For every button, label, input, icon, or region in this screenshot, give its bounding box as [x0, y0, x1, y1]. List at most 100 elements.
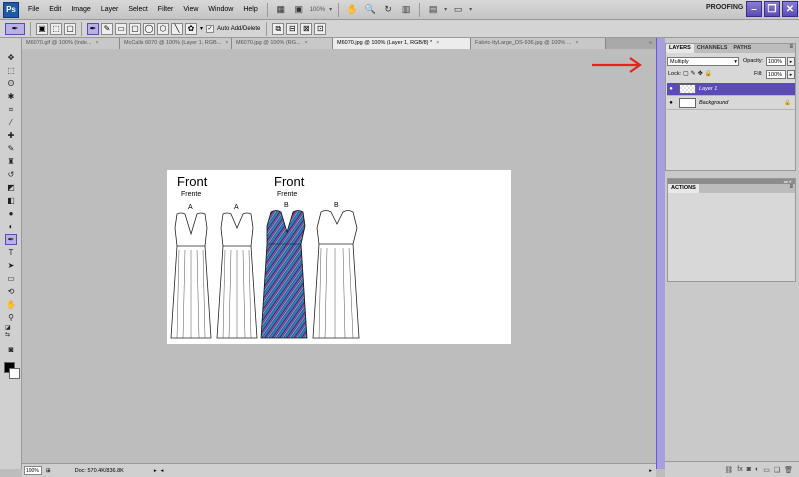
menu-window[interactable]: Window [203, 6, 238, 13]
fill-pixels-icon[interactable]: ▢ [64, 22, 76, 35]
fill-slider-icon[interactable]: ▸ [787, 70, 795, 79]
eye-icon[interactable]: ● [667, 97, 675, 109]
polygon-icon[interactable]: ⬡ [157, 22, 169, 35]
clone-stamp-icon[interactable]: ♜ [5, 156, 17, 167]
eye-icon[interactable]: ● [667, 83, 675, 95]
tab-document-5[interactable]: Fabric-ItyLarge_DS-936.jpg @ 100% ... × [471, 38, 606, 49]
menu-view[interactable]: View [178, 6, 203, 13]
zoom-tool-icon[interactable]: ⚲ [5, 312, 17, 323]
menu-layer[interactable]: Layer [96, 6, 124, 13]
close-icon[interactable]: × [96, 38, 99, 49]
tool-preset-picker[interactable]: ✒ [5, 22, 25, 35]
lasso-tool-icon[interactable]: ʘ [5, 78, 17, 89]
marquee-tool-icon[interactable]: ⬚ [5, 65, 17, 76]
panel-menu-icon[interactable]: ≡ [789, 44, 795, 53]
adjustment-layer-icon[interactable]: ◐ [755, 466, 759, 473]
subtract-icon[interactable]: ⊟ [286, 22, 299, 35]
brush-tool-icon[interactable]: ✎ [5, 143, 17, 154]
fill-field[interactable]: 100% [766, 70, 786, 79]
tab-document-2[interactable]: McCalls 6070 @ 100% (Layer 1, RGB... × [120, 38, 232, 49]
new-group-icon[interactable]: ▭ [763, 466, 770, 474]
tab-overflow[interactable]: » [606, 38, 656, 49]
tab-document-3[interactable]: M6070.jpg @ 100% (RG... × [232, 38, 333, 49]
opacity-slider-icon[interactable]: ▸ [787, 57, 795, 66]
hand-tool-icon[interactable]: ✋ [5, 299, 17, 310]
move-tool-icon[interactable]: ✥ [5, 52, 17, 63]
layer-style-icon[interactable]: fx [737, 466, 742, 473]
chevron-down-icon[interactable]: ▾ [329, 6, 332, 13]
bridge-icon[interactable]: ▦ [274, 3, 288, 17]
3d-rotate-icon[interactable]: ⟲ [5, 286, 17, 297]
chevron-down-icon[interactable]: ▾ [469, 6, 472, 13]
new-layer-icon[interactable]: ❏ [774, 466, 780, 474]
tab-document-active[interactable]: M6070.jpg @ 100% (Layer 1, RGB/8) * × [333, 38, 471, 49]
close-icon[interactable]: × [575, 38, 578, 49]
guides-icon[interactable]: ▥ [399, 3, 413, 17]
magic-wand-icon[interactable]: ✱ [5, 91, 17, 102]
zoom-level-dropdown[interactable]: 100% [310, 7, 325, 13]
shape-tool-icon[interactable]: ▭ [5, 273, 17, 284]
menu-filter[interactable]: Filter [153, 6, 179, 13]
type-tool-icon[interactable]: T [5, 247, 17, 258]
close-icon[interactable]: × [305, 38, 308, 49]
history-brush-icon[interactable]: ↺ [5, 169, 17, 180]
eraser-icon[interactable]: ◩ [5, 182, 17, 193]
zoom-field[interactable]: 100% [24, 466, 42, 475]
menu-file[interactable]: File [23, 6, 44, 13]
healing-brush-icon[interactable]: ✚ [5, 130, 17, 141]
hand-icon[interactable]: ✋ [345, 3, 359, 17]
blur-tool-icon[interactable]: ● [5, 208, 17, 219]
panel-collapse-strip[interactable] [656, 38, 665, 469]
dodge-tool-icon[interactable]: ◐ [5, 221, 17, 232]
exclude-icon[interactable]: ⊡ [314, 22, 327, 35]
zoom-icon[interactable]: 🔍 [363, 3, 377, 17]
line-icon[interactable]: ╲ [171, 22, 183, 35]
tab-actions[interactable]: ACTIONS [668, 184, 699, 193]
close-icon[interactable]: × [436, 38, 439, 49]
close-icon[interactable]: × [225, 38, 228, 49]
paths-icon[interactable]: ⬚ [50, 22, 62, 35]
panel-menu-icon[interactable]: ≡ [789, 184, 795, 193]
layer-row-layer-1[interactable]: ● Layer 1 [667, 83, 795, 96]
status-icon[interactable]: ⊞ [46, 468, 51, 474]
menu-help[interactable]: Help [238, 6, 262, 13]
chevron-right-icon[interactable]: » [649, 38, 652, 49]
intersect-icon[interactable]: ⊠ [300, 22, 313, 35]
link-layers-icon[interactable]: ⛓ [724, 466, 733, 474]
minimize-button[interactable]: – [746, 1, 762, 17]
pen-tool-icon[interactable]: ✒ [87, 22, 99, 35]
quick-mask-icon[interactable]: ◙ [5, 344, 17, 355]
tab-document-1[interactable]: M6070.gif @ 100% (Inde... × [22, 38, 120, 49]
menu-edit[interactable]: Edit [44, 6, 66, 13]
gradient-tool-icon[interactable]: ◧ [5, 195, 17, 206]
tab-paths[interactable]: PATHS [730, 44, 754, 53]
lock-icons[interactable]: ▢✎✥🔒 [683, 70, 714, 77]
menu-image[interactable]: Image [66, 6, 95, 13]
combine-icon[interactable]: ⧉ [272, 22, 285, 35]
opacity-field[interactable]: 100% [766, 57, 786, 66]
ellipse-icon[interactable]: ◯ [143, 22, 155, 35]
eyedropper-icon[interactable]: ⁄ [5, 117, 17, 128]
add-mask-icon[interactable]: ◙ [747, 466, 751, 473]
restore-button[interactable]: ❐ [764, 1, 780, 17]
freeform-pen-icon[interactable]: ✎ [101, 22, 113, 35]
status-menu-arrow[interactable]: ▸ [154, 468, 157, 474]
layer-row-background[interactable]: ● Background 🔒 [667, 97, 795, 110]
shape-layers-icon[interactable]: ▣ [36, 22, 48, 35]
document-canvas[interactable]: Front Frente Front Frente A A B B [167, 170, 511, 344]
screen-mode-icon[interactable]: ▭ [451, 3, 465, 17]
scroll-left-arrow[interactable]: ◂ [161, 468, 164, 474]
arrange-documents-icon[interactable]: ▤ [426, 3, 440, 17]
background-color-swatch[interactable] [9, 368, 20, 379]
menu-select[interactable]: Select [123, 6, 152, 13]
rectangle-icon[interactable]: ▭ [115, 22, 127, 35]
pen-tool-icon[interactable]: ✒ [5, 234, 17, 245]
close-button[interactable]: ✕ [782, 1, 798, 17]
rounded-rectangle-icon[interactable]: ▢ [129, 22, 141, 35]
crop-tool-icon[interactable]: ⌗ [5, 104, 17, 115]
tab-layers[interactable]: LAYERS [666, 44, 694, 53]
chevron-down-icon[interactable]: ▾ [200, 25, 203, 32]
rotate-view-icon[interactable]: ↻ [381, 3, 395, 17]
delete-layer-icon[interactable]: 🗑 [784, 466, 793, 474]
workspace-switcher[interactable]: PROOFING [706, 4, 743, 11]
